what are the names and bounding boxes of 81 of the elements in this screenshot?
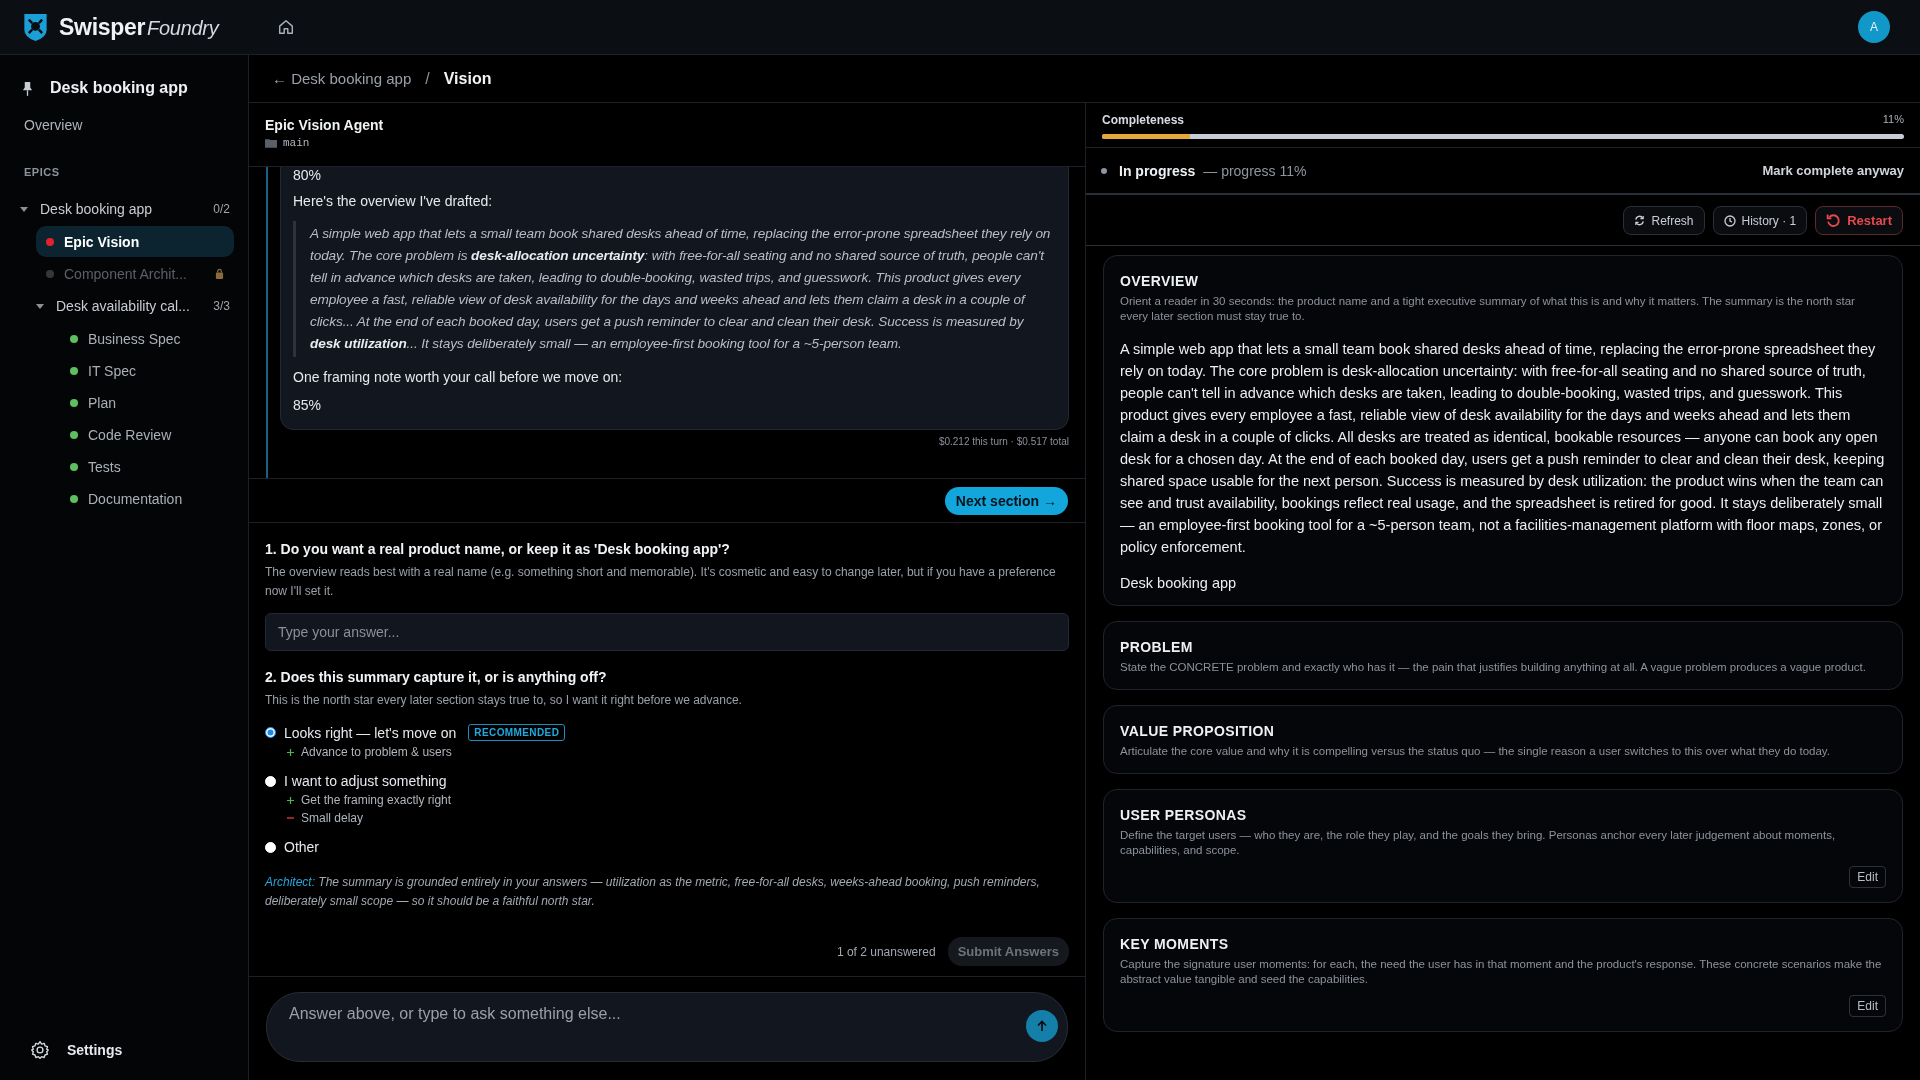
epic-step-item[interactable]: Business Spec: [60, 324, 234, 354]
tree-group-item[interactable]: Desk availability cal... 3/3: [36, 290, 234, 322]
epic-step-item[interactable]: Code Review: [60, 420, 234, 450]
section-hint: Orient a reader in 30 seconds: the product name and a tight executive summary of what this is and why it matters. The summary is the north star every later section must stay true to.: [1120, 294, 1856, 324]
question-title: 1. Do you want a real product name, or keep it as 'Desk booking app'?: [265, 541, 731, 557]
unanswered-count: 1 of 2 unanswered: [836, 944, 936, 959]
question-title: 2. Does this summary capture it, or is anything off?: [265, 669, 608, 685]
section-hint: Define the target users — who they are, the role they play, and the goals they bring. Personas anchor every later judgement about moments, capabilities, and scope.: [1120, 828, 1837, 858]
completeness-reading: 11%: [1882, 113, 1904, 127]
message-text: One framing note worth your call before we move on:: [293, 369, 624, 385]
progress-count: 0/2: [213, 202, 230, 216]
answer-field[interactable]: Type your answer...: [265, 613, 1069, 651]
message-field[interactable]: Answer above, or type to ask something else...: [266, 992, 1068, 1062]
section-label: EPICS: [23, 166, 61, 178]
edit-button[interactable]: Edit: [1849, 995, 1886, 1017]
question-hint: The overview reads best with a real name (e.g. something short and memorable). It's cosmetic and easy to change later, but if you have a preference now I'll set it.: [265, 564, 1057, 600]
recommended-badge: RECOMMENDED: [468, 724, 566, 741]
project-title: Desk booking app: [50, 79, 188, 97]
message-text: 85%: [293, 397, 323, 413]
epic-step-item[interactable]: IT Spec: [60, 356, 234, 386]
refresh-icon: [1634, 215, 1646, 226]
option-note: Small delay: [301, 811, 364, 825]
section-hint: State the CONCRETE problem and exactly who has it — the pain that justifies building anything at all. A vague problem produces a vague product.: [1120, 660, 1867, 675]
product-name: Desk booking app: [1120, 575, 1238, 591]
pin-icon: [22, 80, 33, 96]
section-title: PROBLEM: [1120, 639, 1194, 655]
section-title: VALUE PROPOSITION: [1120, 723, 1276, 739]
section-hint: Articulate the core value and why it is compelling versus the status quo — the single reason a user switches to this over what they do today.: [1120, 744, 1831, 759]
architect-note: Architect: The summary is grounded entirely in your answers — utilization as the metric, free-for-all desks, weeks-ahead booking, push reminders, deliberately small scope — so it should be a faithful north star.: [265, 874, 1041, 910]
epic-step-item[interactable]: Tests: [60, 452, 234, 482]
overview-link[interactable]: Overview: [0, 117, 107, 133]
option-label[interactable]: I want to adjust something: [284, 773, 447, 789]
completeness-label: Completeness: [1102, 113, 1185, 127]
breadcrumb-separator: /: [425, 69, 430, 88]
status-icon: [1101, 167, 1107, 174]
section-title: KEY MOMENTS: [1120, 936, 1230, 952]
brand-name: SwisperFoundry: [59, 13, 219, 41]
breadcrumb-link[interactable]: ← Desk booking app: [272, 70, 412, 87]
section-body: A simple web app that lets a small team book shared desks ahead of time, replacing the error-prone spreadsheet they rely on today. The core problem is desk-allocation uncertainty: with free-for-all seating and no shared source of truth, people can't tell in advance which desks are taken, leading to double-booking, wasted trips, and guesswork. This product gives every employee a fast, reliable view of desk availability for the days and weeks ahead and lets them claim a desk in a couple of clicks. All desks are treated as identical, bookable resources — anyone can book any open desk for a chosen day. At the end of each booked day, users get a push reminder to clear and clean their desk, keeping shared space usable for the next person. Success is measured by desk utilization: the product wins when the team can see and trust availability, bookings reflect real usage, and the spreadsheet is retired for good. It stays deliberately small — an employee-first booking tool for a ~5-person team, not a facilities-management platform with floor maps, zones, or policy enforcement.: [1120, 340, 1886, 557]
section-title: USER PERSONAS: [1120, 807, 1248, 823]
minus-icon: [287, 817, 294, 819]
radio-button[interactable]: [265, 727, 276, 738]
question-hint: This is the north star every later section stays true to, so I want it right before we advance.: [265, 692, 743, 709]
message-text: 80%: [293, 167, 323, 183]
plus-icon: [287, 748, 294, 756]
tree-group-item[interactable]: Desk booking app 0/2: [20, 193, 234, 225]
epic-step-item[interactable]: Epic Vision: [36, 226, 234, 257]
plus-icon: [287, 796, 294, 804]
status-label: In progress: [1119, 162, 1196, 179]
clock-icon: [1723, 214, 1736, 227]
section-hint: Capture the signature user moments: for each, the need the user has in that moment and the product's response. These concrete scenarios make the abstract value tangible and seed the capabilities.: [1120, 957, 1883, 987]
caret-icon: [20, 205, 28, 213]
status-detail: — progress 11%: [1203, 162, 1307, 179]
quoted-draft: A simple web app that lets a small team book shared desks ahead of time, replacing the error-prone spreadsheet they rely on today. The core problem is desk-allocation uncertainty: with free-for-all seating and no shared source of truth, people can't tell in advance which desks are taken, leading to double-booking, wasted trips, and guesswork. This product gives every employee a fast, reliable view of desk availability for the days and weeks ahead and lets them claim a desk in a couple of clicks... At the end of each booked day, users get a push reminder to clear and clean their desk. Success is measured by desk utilization... It stays deliberately small — an employee-first booking tool for a ~5-person team.: [293, 221, 1056, 357]
branch-name: main: [283, 137, 310, 149]
refresh-button[interactable]: Refresh: [1623, 206, 1705, 235]
restart-icon: [1826, 213, 1842, 228]
section-title: OVERVIEW: [1120, 273, 1200, 289]
agent-name: Epic Vision Agent: [265, 117, 385, 133]
arrow-up-icon: [1036, 1020, 1048, 1032]
settings-button[interactable]: Settings: [24, 1036, 129, 1064]
caret-icon: [36, 302, 44, 310]
history-button[interactable]: History · 1: [1712, 206, 1808, 235]
epic-step-item[interactable]: Plan: [60, 388, 234, 418]
logo-icon: [22, 12, 49, 42]
restart-button[interactable]: Restart: [1815, 206, 1903, 235]
lock-icon: [215, 268, 224, 279]
option-note: Advance to problem & users: [301, 745, 452, 759]
epic-step-item[interactable]: Documentation: [60, 484, 234, 514]
option-label[interactable]: Other: [284, 839, 319, 855]
mark-complete-button[interactable]: Mark complete anyway: [1762, 159, 1904, 182]
message-text: Here's the overview I've drafted:: [293, 193, 494, 209]
edit-button[interactable]: Edit: [1849, 866, 1886, 888]
breadcrumb-current: Vision: [443, 69, 492, 88]
option-label[interactable]: Looks right — let's move on: [284, 724, 457, 741]
option-note: Get the framing exactly right: [301, 793, 452, 807]
cost-text: $0.212 this turn · $0.517 total: [938, 436, 1069, 447]
progress-count: 3/3: [213, 299, 230, 313]
settings-icon: [30, 1040, 50, 1060]
next-section-button[interactable]: Next section →: [944, 486, 1068, 515]
folder-icon: [265, 138, 277, 148]
